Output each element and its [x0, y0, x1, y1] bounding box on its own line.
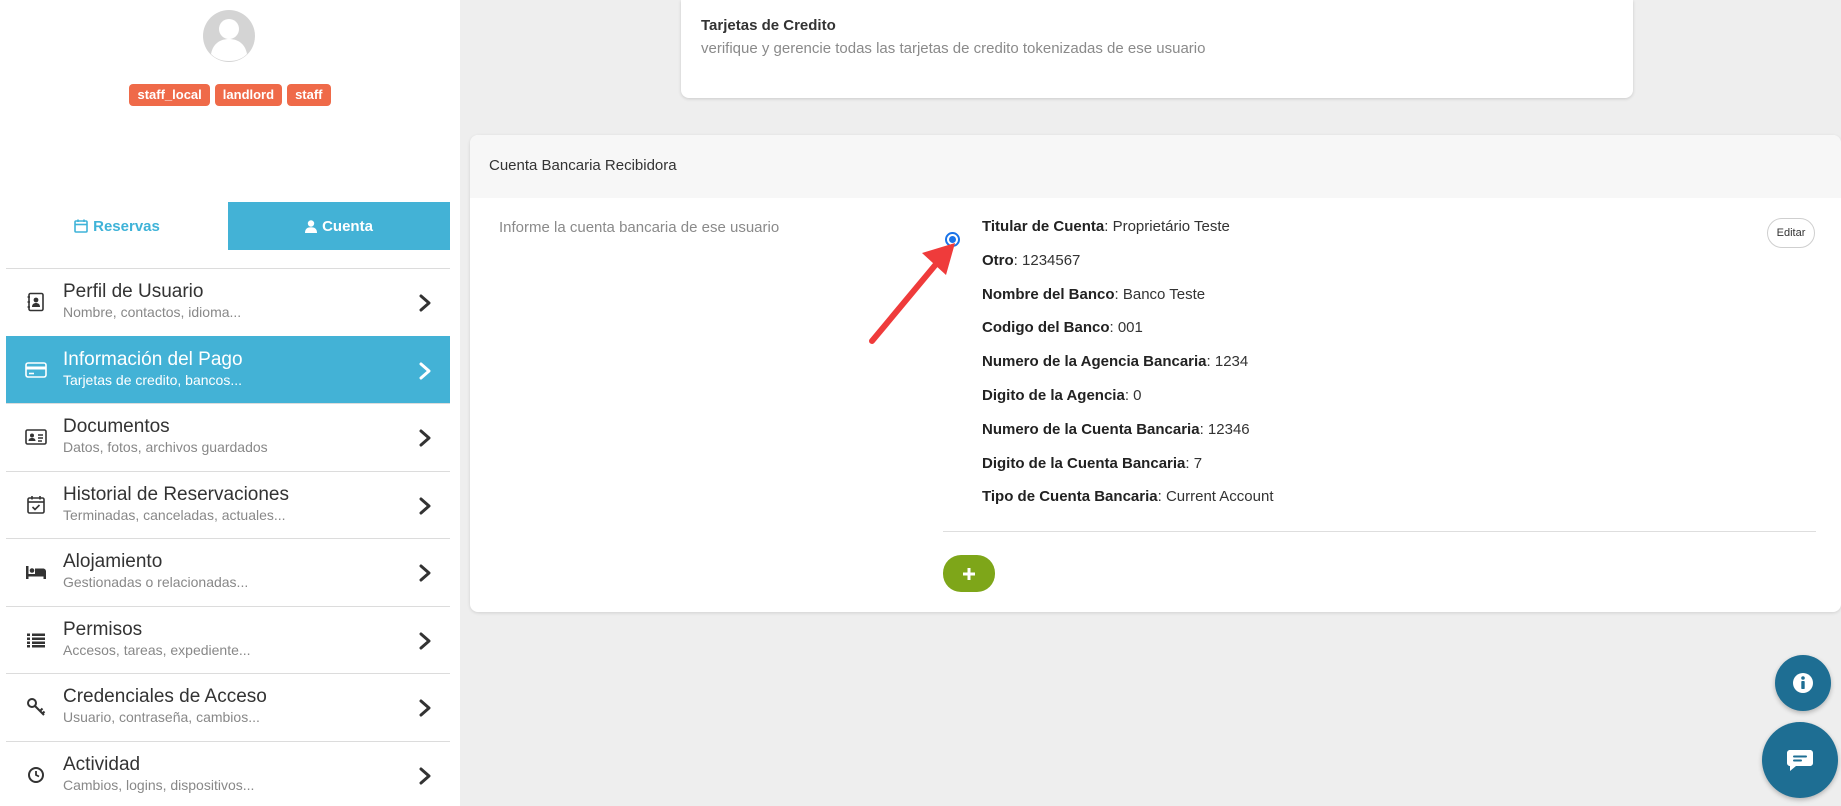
chevron-right-icon [419, 767, 431, 784]
sidebar-menu: Perfil de Usuario Nombre, contactos, idi… [6, 268, 450, 806]
sidebar-item-credenciales-de-acceso[interactable]: Credenciales de Acceso Usuario, contrase… [6, 673, 450, 741]
chevron-right-icon [419, 497, 431, 514]
sidebar-item-historial-de-reservaciones[interactable]: Historial de Reservaciones Terminadas, c… [6, 470, 450, 538]
info-button[interactable] [1775, 655, 1831, 711]
chevron-right-icon [419, 699, 431, 717]
bed-icon [24, 560, 48, 584]
contact-book-icon [24, 290, 48, 314]
add-bank-account-button[interactable] [943, 555, 995, 592]
chat-icon [1787, 750, 1813, 771]
info-icon [1793, 673, 1813, 693]
detail-row: Otro: 1234567 [982, 251, 1081, 269]
detail-row: Titular de Cuenta: Proprietário Teste [982, 218, 1230, 235]
plus-icon [963, 567, 975, 580]
calendar-check-icon [24, 493, 48, 517]
menu-subtitle: Accesos, tareas, expediente... [63, 641, 251, 658]
menu-subtitle: Tarjetas de credito, bancos... [63, 371, 242, 388]
menu-subtitle: Usuario, contraseña, cambios... [63, 709, 260, 725]
menu-title: Permisos [63, 618, 143, 640]
credit-cards-card[interactable]: Tarjetas de Credito verifique y gerencie… [681, 0, 1633, 98]
avatar [203, 10, 255, 62]
key-icon [24, 695, 48, 719]
bank-account-details: Titular de Cuenta: Proprietário Teste Ot… [982, 217, 1274, 521]
bank-account-card: Cuenta Bancaria Recibidora Informe la cu… [470, 135, 1841, 612]
chevron-right-icon [419, 294, 431, 312]
tab-cuenta[interactable]: Cuenta [228, 202, 450, 250]
sidebar-item-documentos[interactable]: Documentos Datos, fotos, archivos guarda… [6, 403, 450, 471]
detail-row: Numero de la Agencia Bancaria: 1234 [982, 353, 1249, 371]
menu-subtitle: Nombre, contactos, idioma... [63, 304, 242, 320]
menu-title: Información del Pago [63, 348, 243, 370]
menu-title: Alojamiento [63, 551, 163, 572]
menu-subtitle: Gestionadas o relacionadas... [63, 574, 249, 590]
menu-title: Credenciales de Acceso [63, 686, 267, 707]
sidebar-item-informacion-del-pago[interactable]: Información del Pago Tarjetas de credito… [6, 335, 450, 403]
menu-subtitle: Terminadas, canceladas, actuales... [63, 506, 286, 523]
divider [943, 531, 1816, 532]
clock-icon [24, 763, 48, 787]
badge-staff-local: staff_local [129, 84, 210, 106]
menu-title: Perfil de Usuario [63, 281, 204, 302]
menu-subtitle: Datos, fotos, archivos guardados [63, 439, 268, 455]
detail-row: Numero de la Cuenta Bancaria: 12346 [982, 420, 1250, 438]
sidebar: staff_local landlord staff Reservas Cuen… [0, 0, 460, 806]
edit-button[interactable]: Editar [1767, 218, 1815, 248]
user-icon [305, 219, 318, 233]
role-badges: staff_local landlord staff [0, 84, 460, 106]
menu-subtitle: Cambios, logins, dispositivos... [63, 776, 255, 793]
chevron-right-icon [419, 632, 431, 649]
bank-account-header: Cuenta Bancaria Recibidora [470, 135, 1841, 198]
list-icon [24, 628, 48, 652]
detail-row: Tipo de Cuenta Bancaria: Current Account [982, 488, 1274, 506]
chat-button[interactable] [1762, 722, 1838, 798]
chevron-right-icon [419, 429, 431, 447]
calendar-icon [74, 219, 88, 233]
menu-title: Actividad [63, 753, 141, 775]
sidebar-item-permisos[interactable]: Permisos Accesos, tareas, expediente... [6, 605, 450, 673]
menu-title: Documentos [63, 416, 170, 437]
annotation-arrow-icon [869, 243, 955, 344]
detail-row: Digito de la Agencia: 0 [982, 386, 1142, 404]
bank-account-hint: Informe la cuenta bancaria de ese usuari… [499, 219, 780, 236]
bank-account-title: Cuenta Bancaria Recibidora [489, 157, 677, 174]
detail-row: Digito de la Cuenta Bancaria: 7 [982, 454, 1203, 472]
badge-staff: staff [287, 84, 331, 106]
tab-reservas[interactable]: Reservas [6, 202, 228, 250]
tab-reservas-label: Reservas [93, 217, 160, 235]
credit-cards-title: Tarjetas de Credito [701, 17, 836, 34]
credit-cards-description: verifique y gerencie todas las tarjetas … [701, 40, 1206, 57]
sidebar-item-actividad[interactable]: Actividad Cambios, logins, dispositivos.… [6, 740, 450, 806]
sidebar-tabs: Reservas Cuenta [6, 202, 450, 250]
credit-card-icon [24, 358, 48, 382]
chevron-right-icon [419, 564, 431, 582]
detail-row: Codigo del Banco: 001 [982, 319, 1143, 337]
badge-landlord: landlord [214, 84, 283, 106]
sidebar-item-alojamiento[interactable]: Alojamiento Gestionadas o relacionadas..… [6, 538, 450, 606]
tab-cuenta-label: Cuenta [322, 217, 373, 235]
chevron-right-icon [419, 362, 431, 379]
sidebar-item-perfil-de-usuario[interactable]: Perfil de Usuario Nombre, contactos, idi… [6, 268, 450, 336]
id-card-icon [24, 425, 48, 449]
detail-row: Nombre del Banco: Banco Teste [982, 285, 1206, 303]
menu-title: Historial de Reservaciones [63, 483, 289, 505]
